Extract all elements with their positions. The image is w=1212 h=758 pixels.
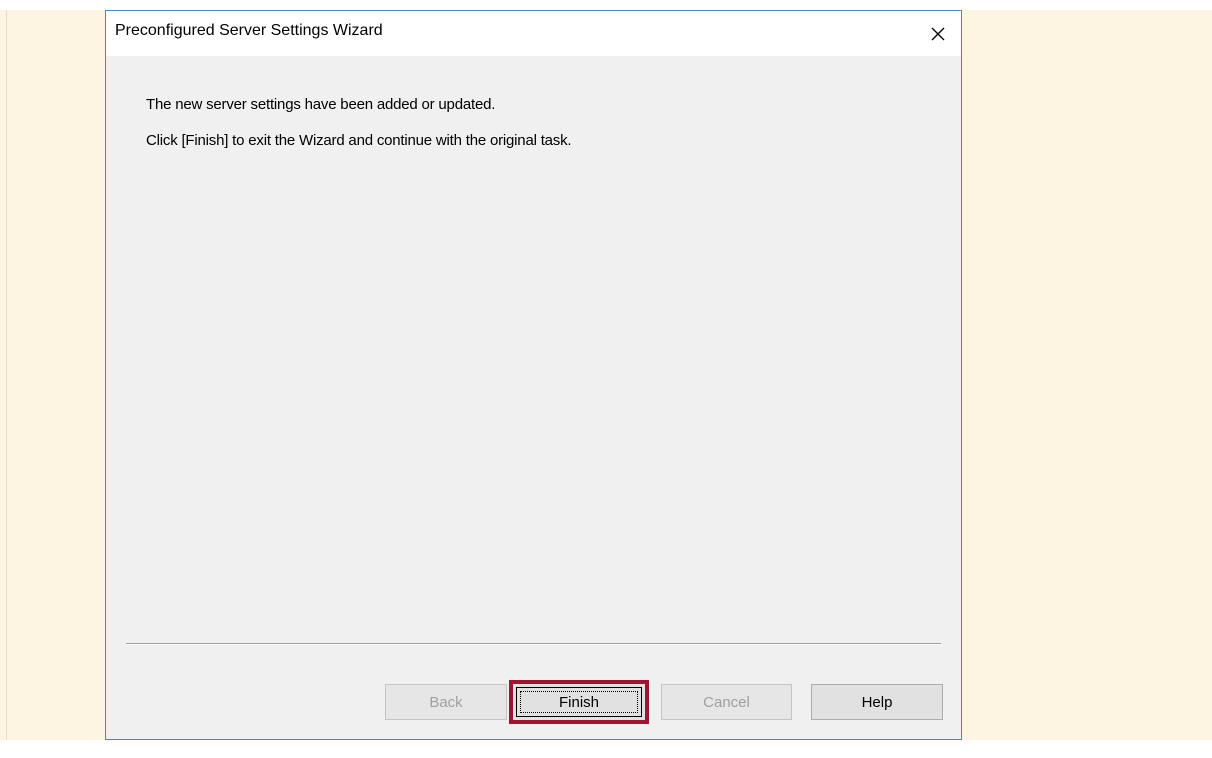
page-left-rule [6,10,7,740]
button-separator [126,643,941,645]
finish-button[interactable]: Finish [516,687,642,717]
status-message: The new server settings have been added … [146,96,496,113]
close-button[interactable] [915,11,961,56]
dialog-title: Preconfigured Server Settings Wizard [115,22,383,39]
instruction-message: Click [Finish] to exit the Wizard and co… [146,132,572,149]
wizard-dialog: Preconfigured Server Settings Wizard The… [105,10,962,740]
finish-highlight-frame: Finish [509,680,649,724]
back-button[interactable]: Back [385,684,507,720]
help-button[interactable]: Help [811,684,943,720]
dialog-client-area: The new server settings have been added … [106,56,961,739]
title-bar[interactable]: Preconfigured Server Settings Wizard [106,11,961,56]
cancel-button[interactable]: Cancel [661,684,792,720]
finish-button-label: Finish [558,693,599,711]
close-icon [931,27,945,40]
